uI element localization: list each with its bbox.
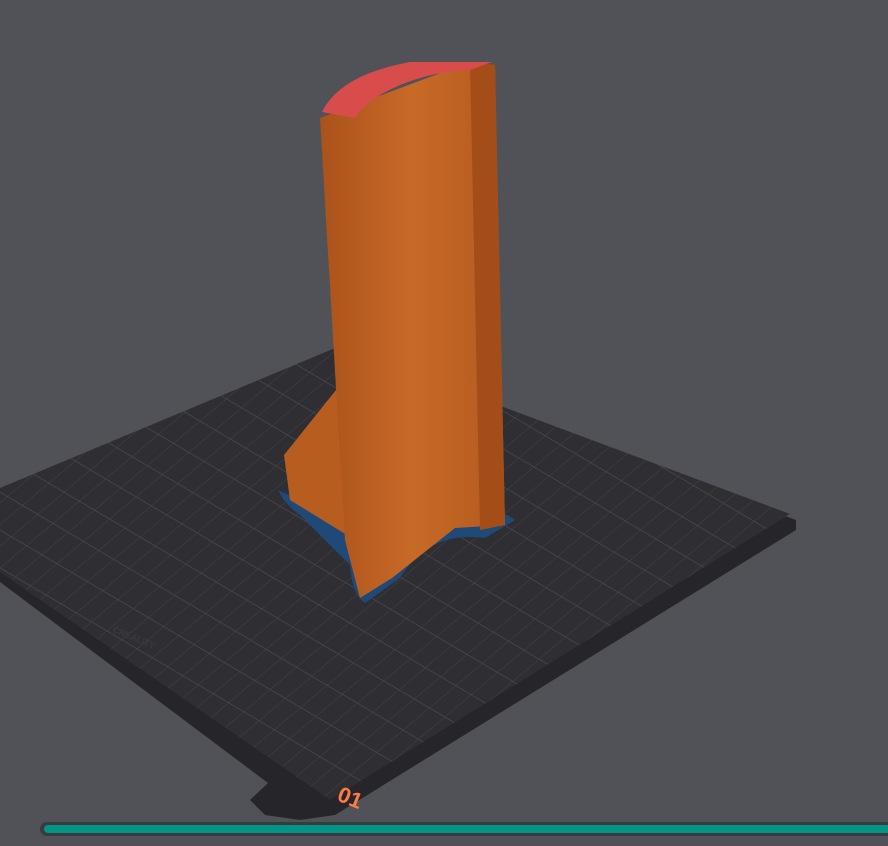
layer-slider-fill[interactable] [44, 825, 888, 833]
sliced-model[interactable] [278, 62, 515, 603]
3d-preview-viewport[interactable]: CREALITY 01 [0, 0, 888, 846]
